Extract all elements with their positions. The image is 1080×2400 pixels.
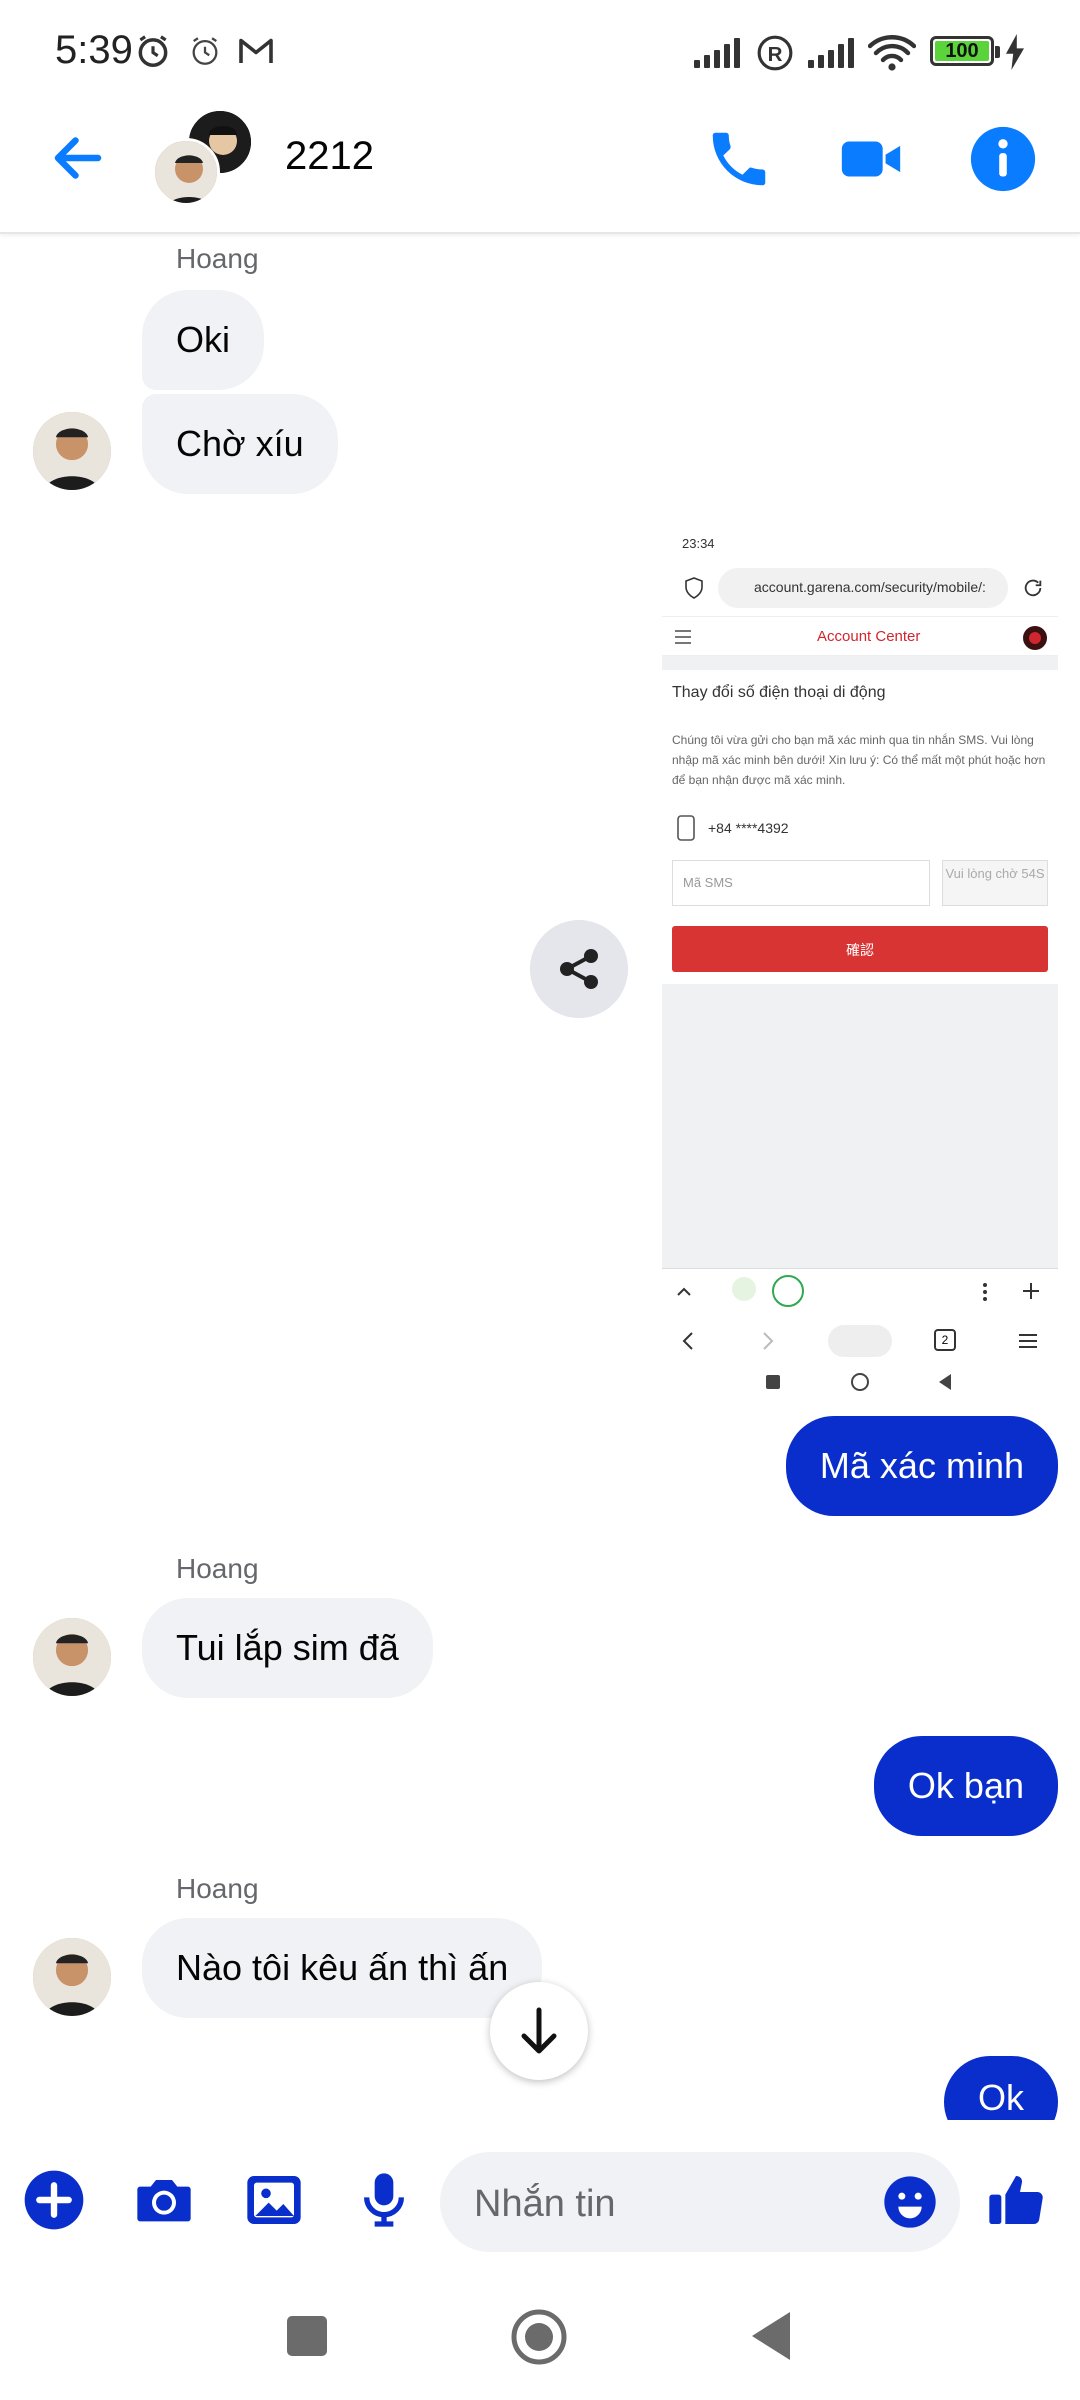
- image-phone: +84 ****4392: [708, 820, 789, 836]
- message-bubble-incoming[interactable]: Oki: [142, 290, 264, 390]
- nav-back-icon: [939, 1374, 951, 1390]
- tab-count: 2: [934, 1329, 956, 1351]
- camera-icon[interactable]: [132, 2168, 196, 2232]
- gallery-icon[interactable]: [242, 2168, 306, 2232]
- message-bubble-outgoing[interactable]: Ok bạn: [873, 1736, 1058, 1836]
- signal-icon: [694, 38, 740, 68]
- more-vertical-icon: [983, 1283, 987, 1301]
- message-input-placeholder: Nhắn tin: [474, 2183, 616, 2225]
- gmail-icon: [239, 38, 273, 63]
- svg-text:R: R: [768, 43, 783, 66]
- system-nav-bar: [0, 2280, 1080, 2400]
- message-bubble-incoming[interactable]: Chờ xíu: [142, 394, 338, 494]
- image-sms-input: Mã SMS: [672, 860, 930, 906]
- group-avatar[interactable]: [152, 108, 262, 212]
- chevron-left-icon: [682, 1332, 693, 1350]
- image-confirm-button: 確認: [672, 926, 1048, 972]
- thumbs-up-icon[interactable]: [984, 2168, 1048, 2232]
- charging-bolt-icon: [1006, 34, 1024, 70]
- chat-header: 2212: [0, 100, 1080, 234]
- clock-icon: [192, 37, 218, 65]
- emoji-icon[interactable]: [882, 2174, 938, 2230]
- plus-icon: [1023, 1283, 1039, 1299]
- image-brand: Account Center: [817, 628, 921, 645]
- phone-device-icon: [677, 815, 695, 841]
- message-bubble-incoming[interactable]: Tui lắp sim đã: [142, 1598, 433, 1698]
- message-bubble-incoming[interactable]: Nào tôi kêu ấn thì ấn: [142, 1918, 543, 2018]
- image-browser-bottom: 2: [662, 1268, 1058, 1398]
- share-icon[interactable]: [530, 920, 628, 1018]
- chevron-up-icon: [677, 1287, 691, 1296]
- recents-button[interactable]: [287, 2316, 327, 2356]
- nav-recents-icon: [766, 1375, 780, 1389]
- avatar-member-1: [152, 138, 220, 206]
- avatar[interactable]: [33, 412, 111, 490]
- composer: Nhắn tin: [0, 2120, 1080, 2280]
- shield-icon: [685, 577, 703, 599]
- refresh-icon: [1024, 579, 1042, 597]
- status-time: 5:39: [55, 28, 133, 72]
- microphone-icon[interactable]: [352, 2168, 416, 2232]
- sender-name: Hoang: [176, 243, 259, 274]
- nav-home-icon: [851, 1373, 869, 1391]
- menu-icon: [675, 630, 691, 644]
- wifi-icon: [868, 35, 916, 71]
- message-bubble-outgoing[interactable]: Ok: [943, 2056, 1058, 2120]
- plus-circle-icon[interactable]: [22, 2168, 86, 2232]
- profile-icon: [1023, 626, 1047, 650]
- image-status-time: 23:34: [662, 530, 1058, 560]
- battery-level: 100: [935, 40, 989, 62]
- message-input[interactable]: Nhắn tin: [440, 2152, 960, 2252]
- tab-active-icon: [772, 1275, 804, 1307]
- video-camera-icon[interactable]: [836, 124, 906, 194]
- image-url: account.garena.com/security/mobile/:: [718, 568, 1008, 608]
- registered-icon: R: [757, 35, 793, 71]
- image-wait-button: Vui lòng chờ 54S: [942, 860, 1048, 906]
- info-icon[interactable]: [968, 124, 1038, 194]
- tab-favicon-icon: [732, 1277, 756, 1301]
- chat-title[interactable]: 2212: [285, 134, 374, 179]
- chevron-right-icon: [763, 1332, 774, 1350]
- image-description: Chúng tôi vừa gửi cho bạn mã xác minh qu…: [672, 733, 1046, 787]
- phone-icon[interactable]: [704, 124, 774, 194]
- message-bubble-outgoing[interactable]: Mã xác minh: [785, 1416, 1058, 1516]
- alarm-icon: [138, 35, 168, 67]
- battery-icon: 100: [930, 36, 1000, 66]
- sender-name: Hoang: [176, 1553, 259, 1584]
- shared-image[interactable]: 23:34 account.garena.com/security/mobile…: [662, 530, 1058, 1398]
- image-title: Thay đổi số điện thoại di động: [672, 684, 886, 701]
- home-button[interactable]: [510, 2308, 568, 2366]
- sender-name: Hoang: [176, 1873, 259, 1904]
- back-button[interactable]: [750, 2310, 792, 2362]
- hamburger-icon: [1019, 1334, 1037, 1348]
- avatar[interactable]: [33, 1938, 111, 2016]
- avatar[interactable]: [33, 1618, 111, 1696]
- signal-2-icon: [808, 38, 854, 68]
- status-bar: 5:39 R 100: [0, 0, 1080, 100]
- arrow-left-icon[interactable]: [48, 128, 108, 188]
- home-tab-icon: [828, 1325, 892, 1357]
- arrow-down-icon[interactable]: [490, 1982, 588, 2080]
